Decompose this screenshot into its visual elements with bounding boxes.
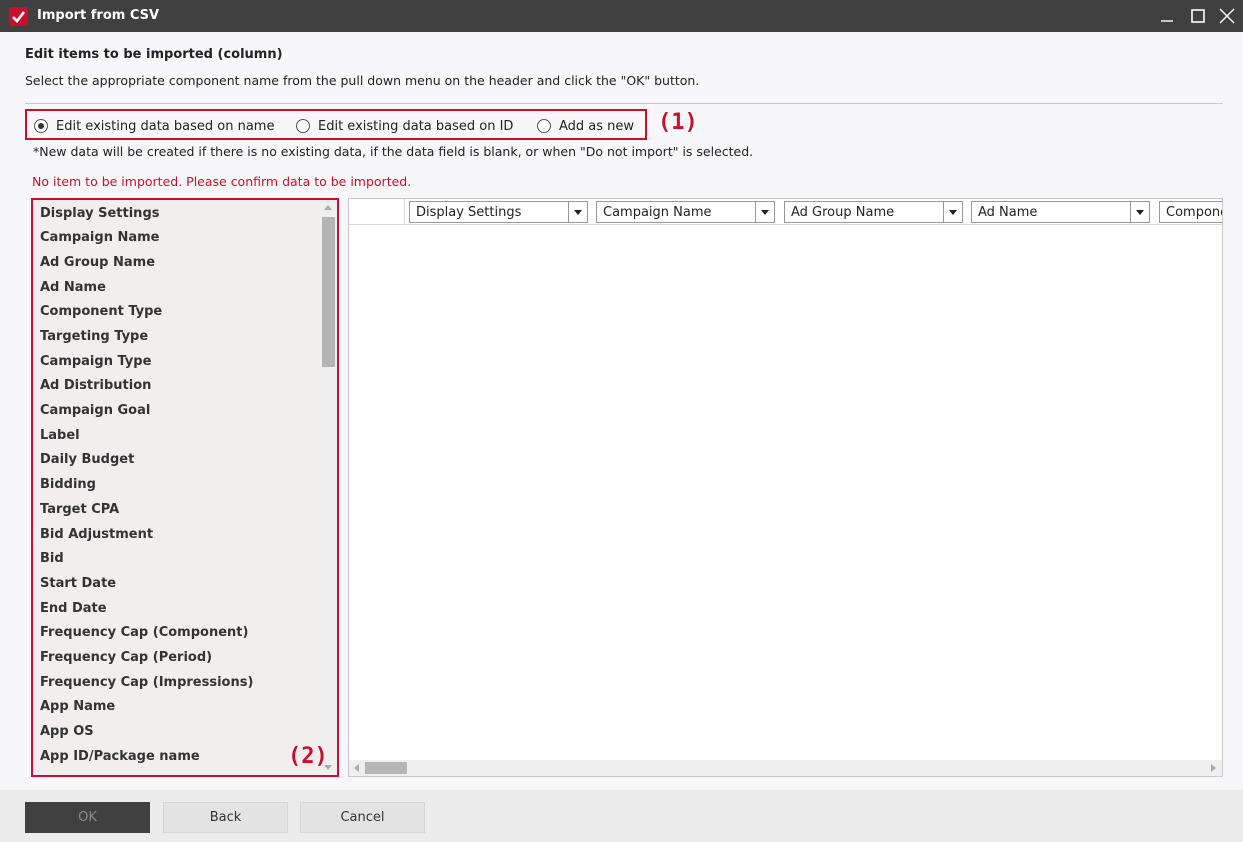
scrollbar-thumb[interactable] bbox=[322, 217, 335, 367]
data-grid: Display Settings Campaign Name Ad Group … bbox=[348, 198, 1223, 777]
radio-edit-by-name[interactable]: Edit existing data based on name bbox=[34, 118, 274, 134]
column-select-value: Display Settings bbox=[416, 205, 522, 220]
column-select-value: Component Type bbox=[1166, 205, 1222, 220]
list-item[interactable]: Target CPA bbox=[40, 502, 119, 517]
list-item[interactable]: Ad Name bbox=[40, 280, 106, 295]
chevron-down-icon[interactable] bbox=[568, 202, 587, 222]
window-title: Import from CSV bbox=[37, 8, 160, 23]
title-bar: Import from CSV bbox=[0, 0, 1243, 32]
close-icon[interactable] bbox=[1217, 6, 1237, 26]
column-select-ad-name[interactable]: Ad Name bbox=[971, 201, 1150, 223]
radio-edit-by-id[interactable]: Edit existing data based on ID bbox=[296, 118, 513, 134]
list-item[interactable]: App Name bbox=[40, 699, 115, 714]
footer-bar: OK Back Cancel bbox=[0, 790, 1243, 842]
list-scrollbar[interactable] bbox=[320, 200, 337, 775]
list-item[interactable]: Campaign Type bbox=[40, 354, 151, 369]
radio-button[interactable] bbox=[296, 119, 310, 133]
note-text: *New data will be created if there is no… bbox=[33, 144, 754, 159]
list-item[interactable]: End Date bbox=[40, 601, 107, 616]
radio-label: Edit existing data based on name bbox=[56, 118, 275, 134]
chevron-down-icon[interactable] bbox=[1130, 202, 1149, 222]
list-item[interactable]: Start Date bbox=[40, 576, 116, 591]
error-message: No item to be imported. Please confirm d… bbox=[32, 174, 412, 189]
annotation-1: (1) bbox=[658, 110, 698, 135]
column-select-ad-group-name[interactable]: Ad Group Name bbox=[784, 201, 963, 223]
scrollbar-thumb[interactable] bbox=[365, 762, 407, 774]
ok-button[interactable]: OK bbox=[25, 802, 150, 833]
radio-label: Add as new bbox=[559, 118, 635, 134]
list-item[interactable]: Label bbox=[40, 428, 80, 443]
list-item[interactable]: Campaign Goal bbox=[40, 403, 150, 418]
scroll-up-icon[interactable] bbox=[324, 205, 332, 210]
back-button[interactable]: Back bbox=[163, 802, 288, 833]
import-mode-group: Edit existing data based on name Edit ex… bbox=[25, 109, 647, 140]
cancel-button[interactable]: Cancel bbox=[300, 802, 425, 833]
list-item[interactable]: Campaign Name bbox=[40, 230, 160, 245]
column-select-campaign-name[interactable]: Campaign Name bbox=[596, 201, 775, 223]
maximize-icon[interactable] bbox=[1188, 6, 1208, 26]
scroll-left-icon[interactable] bbox=[354, 764, 359, 772]
section-title: Edit items to be imported (column) bbox=[25, 47, 283, 62]
minimize-icon[interactable] bbox=[1157, 6, 1177, 26]
list-item[interactable]: Bid bbox=[40, 551, 64, 566]
grid-corner bbox=[349, 199, 405, 225]
divider bbox=[25, 103, 1223, 104]
list-item[interactable]: Display Settings bbox=[40, 206, 159, 221]
chevron-down-icon[interactable] bbox=[755, 202, 774, 222]
column-select-component-type[interactable]: Component Type bbox=[1159, 201, 1222, 223]
list-item[interactable]: Bidding bbox=[40, 477, 96, 492]
list-item[interactable]: App ID/Package name bbox=[40, 749, 200, 764]
radio-button[interactable] bbox=[537, 119, 551, 133]
list-item[interactable]: Ad Group Name bbox=[40, 255, 155, 270]
list-item[interactable]: Bid Adjustment bbox=[40, 527, 153, 542]
scroll-right-icon[interactable] bbox=[1211, 764, 1216, 772]
radio-button[interactable] bbox=[34, 119, 48, 133]
radio-add-as-new[interactable]: Add as new bbox=[537, 118, 634, 134]
list-item[interactable]: Daily Budget bbox=[40, 452, 134, 467]
list-item[interactable]: Frequency Cap (Component) bbox=[40, 625, 248, 640]
item-list: Display Settings Campaign Name Ad Group … bbox=[31, 198, 339, 777]
list-item[interactable]: Targeting Type bbox=[40, 329, 148, 344]
annotation-2: (2) bbox=[288, 744, 328, 769]
app-logo-icon bbox=[9, 7, 28, 26]
column-select-display-settings[interactable]: Display Settings bbox=[409, 201, 588, 223]
column-select-value: Ad Group Name bbox=[791, 205, 895, 220]
grid-header: Display Settings Campaign Name Ad Group … bbox=[349, 199, 1222, 225]
grid-horizontal-scrollbar[interactable] bbox=[349, 760, 1222, 776]
list-item[interactable]: App OS bbox=[40, 724, 94, 739]
radio-label: Edit existing data based on ID bbox=[318, 118, 514, 134]
chevron-down-icon[interactable] bbox=[943, 202, 962, 222]
list-item[interactable]: Frequency Cap (Impressions) bbox=[40, 675, 253, 690]
list-item[interactable]: Frequency Cap (Period) bbox=[40, 650, 212, 665]
list-item[interactable]: Ad Distribution bbox=[40, 378, 151, 393]
instruction-text: Select the appropriate component name fr… bbox=[25, 73, 700, 88]
list-item[interactable]: Component Type bbox=[40, 304, 162, 319]
column-select-value: Ad Name bbox=[978, 205, 1038, 220]
column-select-value: Campaign Name bbox=[603, 205, 712, 220]
